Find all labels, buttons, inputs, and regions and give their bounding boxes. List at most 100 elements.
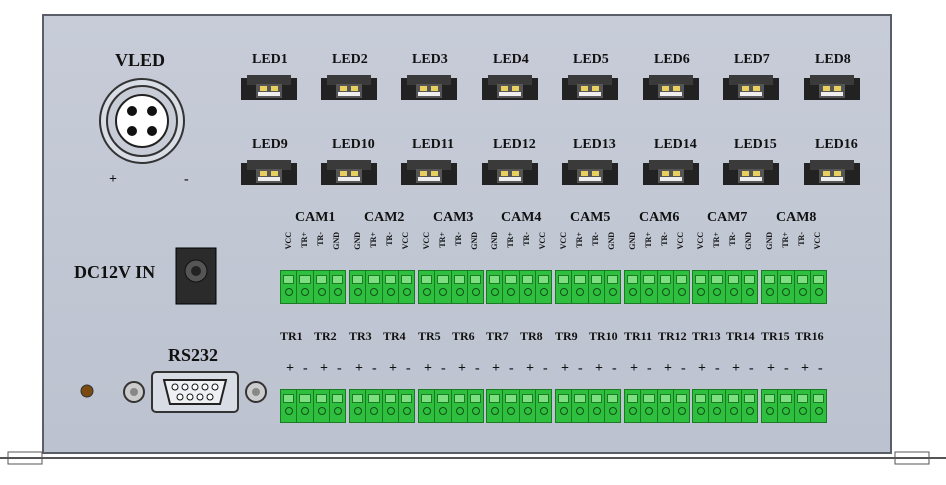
terminal-pin xyxy=(674,390,689,422)
led-connector-3[interactable] xyxy=(400,74,458,102)
vled-aviation-connector[interactable] xyxy=(97,76,187,166)
minus-sign: - xyxy=(647,361,652,376)
led-connector-10[interactable] xyxy=(320,159,378,187)
cam-terminal-block-8[interactable] xyxy=(761,270,827,304)
terminal-pin xyxy=(589,390,605,422)
led-connector-14[interactable] xyxy=(642,159,700,187)
led-connector-7[interactable] xyxy=(722,74,780,102)
led-label-11: LED11 xyxy=(412,137,455,152)
trigger-terminal-block-4[interactable] xyxy=(486,389,552,423)
led-label-1: LED1 xyxy=(252,52,288,67)
terminal-pin xyxy=(520,271,536,303)
cam-pin-label: TR+ xyxy=(781,232,790,248)
cam-pin-label: TR- xyxy=(385,232,394,246)
minus-sign: - xyxy=(337,361,342,376)
led-connector-11[interactable] xyxy=(400,159,458,187)
terminal-pin xyxy=(556,390,573,422)
terminal-pin xyxy=(536,271,551,303)
plus-sign: + xyxy=(732,361,740,376)
cam-terminal-block-1[interactable] xyxy=(280,270,346,304)
terminal-pin xyxy=(399,271,414,303)
cam-label-1: CAM1 xyxy=(295,210,336,225)
terminal-pin xyxy=(330,271,345,303)
cam-terminal-block-3[interactable] xyxy=(418,270,484,304)
terminal-pin xyxy=(726,390,742,422)
led-connector-1[interactable] xyxy=(240,74,298,102)
led-connector-15[interactable] xyxy=(722,159,780,187)
plus-sign: + xyxy=(561,361,569,376)
cam-pin-label: VCC xyxy=(422,232,431,250)
trigger-label-2: TR2 xyxy=(314,329,337,343)
cam-label-7: CAM7 xyxy=(707,210,748,225)
cam-terminal-block-6[interactable] xyxy=(624,270,690,304)
terminal-pin xyxy=(742,390,757,422)
led-connector-12[interactable] xyxy=(481,159,539,187)
led-label-14: LED14 xyxy=(654,137,697,152)
trigger-label-13: TR13 xyxy=(692,329,721,343)
trigger-label-7: TR7 xyxy=(486,329,509,343)
cam-label-8: CAM8 xyxy=(776,210,817,225)
terminal-pin xyxy=(762,390,779,422)
terminal-pin xyxy=(641,271,658,303)
trigger-label-14: TR14 xyxy=(726,329,755,343)
led-connector-6[interactable] xyxy=(642,74,700,102)
cam-pin-label: GND xyxy=(765,232,774,250)
terminal-pin xyxy=(452,390,468,422)
terminal-pin xyxy=(452,271,468,303)
minus-sign: - xyxy=(406,361,411,376)
led-connector-5[interactable] xyxy=(561,74,619,102)
cam-pin-label: VCC xyxy=(676,232,685,250)
trigger-terminal-block-3[interactable] xyxy=(418,389,484,423)
led-connector-4[interactable] xyxy=(481,74,539,102)
trigger-terminal-block-5[interactable] xyxy=(555,389,621,423)
cam-pin-label: TR+ xyxy=(438,232,447,248)
cam-pin-label: GND xyxy=(332,232,341,250)
terminal-pin xyxy=(281,271,298,303)
terminal-pin xyxy=(383,271,399,303)
cam-pin-label: TR- xyxy=(454,232,463,246)
trigger-terminal-block-6[interactable] xyxy=(624,389,690,423)
trigger-label-6: TR6 xyxy=(452,329,475,343)
cam-pin-label: TR- xyxy=(660,232,669,246)
trigger-label-4: TR4 xyxy=(383,329,406,343)
led-connector-13[interactable] xyxy=(561,159,619,187)
ground-screw-icon xyxy=(80,384,94,398)
terminal-pin xyxy=(795,390,811,422)
led-label-6: LED6 xyxy=(654,52,690,67)
terminal-pin xyxy=(281,390,298,422)
led-label-3: LED3 xyxy=(412,52,448,67)
minus-sign: - xyxy=(509,361,514,376)
cam-pin-label: VCC xyxy=(284,232,293,250)
plus-sign: + xyxy=(698,361,706,376)
terminal-pin xyxy=(742,271,757,303)
dc-jack[interactable] xyxy=(175,247,217,305)
terminal-pin xyxy=(435,271,452,303)
terminal-pin xyxy=(314,390,330,422)
cam-terminal-block-4[interactable] xyxy=(486,270,552,304)
terminal-pin xyxy=(350,390,367,422)
trigger-terminal-block-7[interactable] xyxy=(692,389,758,423)
trigger-terminal-block-1[interactable] xyxy=(280,389,346,423)
minus-sign: - xyxy=(784,361,789,376)
cam-terminal-block-2[interactable] xyxy=(349,270,415,304)
terminal-pin xyxy=(693,271,710,303)
plus-sign: + xyxy=(458,361,466,376)
trigger-terminal-block-2[interactable] xyxy=(349,389,415,423)
terminal-pin xyxy=(536,390,551,422)
terminal-pin xyxy=(795,271,811,303)
cam-pin-label: TR+ xyxy=(506,232,515,248)
led-connector-8[interactable] xyxy=(803,74,861,102)
led-connector-16[interactable] xyxy=(803,159,861,187)
trigger-terminal-block-8[interactable] xyxy=(761,389,827,423)
plus-sign: + xyxy=(767,361,775,376)
cam-terminal-block-5[interactable] xyxy=(555,270,621,304)
cam-pin-label: TR- xyxy=(797,232,806,246)
trigger-label-3: TR3 xyxy=(349,329,372,343)
led-connector-9[interactable] xyxy=(240,159,298,187)
trigger-label-16: TR16 xyxy=(795,329,824,343)
led-connector-2[interactable] xyxy=(320,74,378,102)
terminal-pin xyxy=(297,271,314,303)
rs232-port[interactable] xyxy=(120,370,272,414)
trigger-label-11: TR11 xyxy=(624,329,653,343)
cam-terminal-block-7[interactable] xyxy=(692,270,758,304)
